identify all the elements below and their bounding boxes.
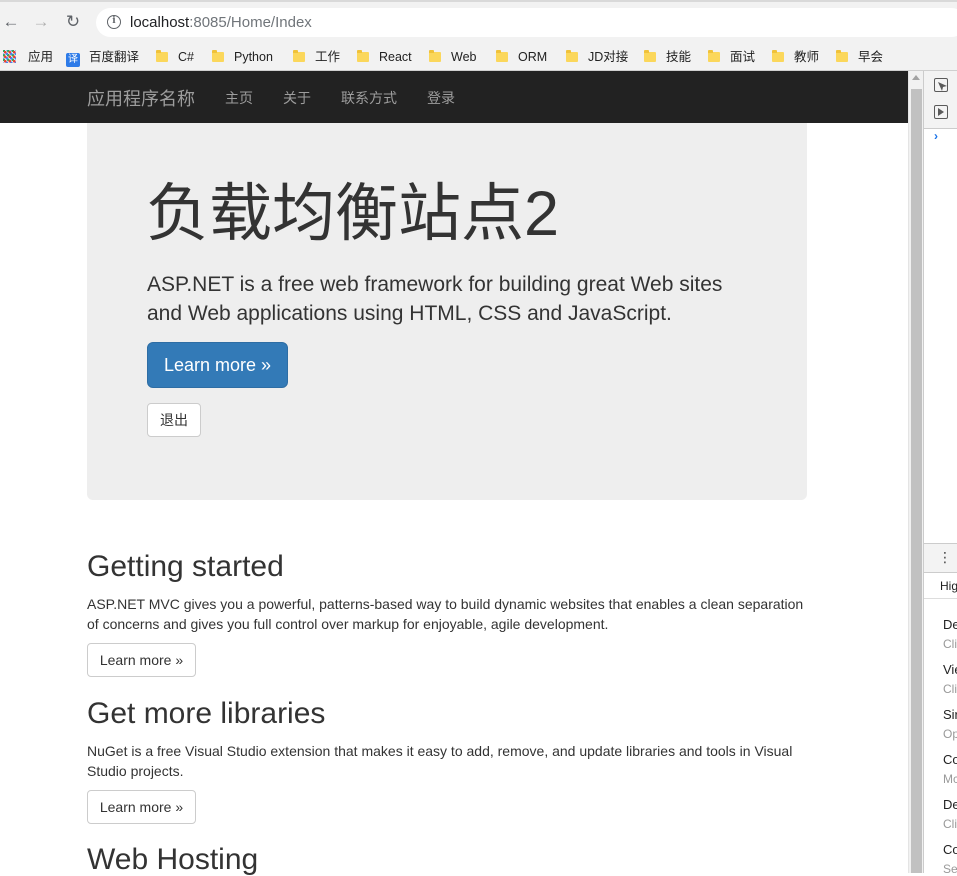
bookmark-label: 应用 [28,50,54,64]
drawer-item-label[interactable]: Sir [943,707,957,722]
drawer-item-sub: Cli [943,817,957,831]
logout-button[interactable]: 退出 [147,403,201,437]
bookmark-folder-teacher[interactable]: 教师 [772,47,819,67]
bookmark-label: 面试 [730,50,756,64]
apps-grid-icon [3,50,16,63]
drawer-divider [924,598,957,599]
nav-link-home[interactable]: 主页 [225,88,253,108]
bookmark-label: 百度翻译 [89,50,140,64]
bookmark-folder-skills[interactable]: 技能 [644,47,691,67]
bookmark-folder-react[interactable]: React [357,47,412,67]
drawer-item-sub: Op [943,727,957,741]
folder-icon [156,50,168,62]
nav-link-login[interactable]: 登录 [427,88,455,108]
scroll-up-arrow-icon[interactable] [912,75,920,80]
bookmark-apps[interactable]: 应用 [3,47,53,67]
back-icon[interactable]: ← [1,12,21,32]
url-port: :8085 [189,14,227,31]
bookmarks-bar: 应用 译百度翻译 C# Python 工作 React Web ORM JD对接… [0,42,957,71]
page-title: 负载均衡站点2 [146,179,560,249]
bookmark-label: 早会 [858,50,884,64]
bookmark-folder-csharp[interactable]: C# [156,47,194,67]
device-toolbar-icon[interactable] [934,105,948,119]
devtools-panel: › ⋮ Hig De Cli Vie Cli Sir Op Co Mc De C… [923,71,957,873]
section-title-libraries: Get more libraries [87,697,326,730]
section-text-getting-started: ASP.NET MVC gives you a powerful, patter… [87,596,804,632]
bookmark-label: 教师 [794,50,820,64]
drawer-item-label[interactable]: De [943,617,957,632]
bookmark-label: C# [178,50,194,64]
folder-icon [496,50,508,62]
bookmark-folder-morning[interactable]: 早会 [836,47,883,67]
drawer-item-label[interactable]: Co [943,752,957,767]
devtools-drawer-header: ⋮ [924,543,957,573]
page-scrollbar[interactable] [908,71,923,873]
folder-icon [429,50,441,62]
bookmark-folder-orm[interactable]: ORM [496,47,547,67]
getting-started-learn-more-button[interactable]: Learn more » [87,643,196,677]
bookmark-label: 工作 [315,50,341,64]
bookmark-folder-work[interactable]: 工作 [293,47,340,67]
inspect-element-icon[interactable] [934,78,948,92]
drawer-item-sub: Cli [943,682,957,696]
folder-icon [708,50,720,62]
learn-more-button[interactable]: Learn more » [147,342,288,388]
url-text[interactable]: localhost:8085/Home/Index [130,14,312,31]
bookmark-label: Web [451,50,477,64]
bookmark-folder-web[interactable]: Web [429,47,476,67]
bookmark-label: 技能 [666,50,692,64]
folder-icon [357,50,369,62]
drawer-item-label[interactable]: Co [943,842,957,857]
nav-link-about[interactable]: 关于 [283,88,311,108]
url-path: /Home/Index [226,14,312,31]
bookmark-label: JD对接 [588,50,629,64]
bookmark-label: ORM [518,50,548,64]
bookmark-folder-interview[interactable]: 面试 [708,47,755,67]
section-title-getting-started: Getting started [87,550,284,583]
expand-chevron-icon[interactable]: › [934,129,938,143]
translate-icon: 译 [66,53,80,67]
drawer-item-label[interactable]: Vie [943,662,957,677]
site-info-icon[interactable]: i [107,15,121,29]
lead-text: ASP.NET is a free web framework for buil… [147,273,723,325]
folder-icon [836,50,848,62]
libraries-learn-more-button[interactable]: Learn more » [87,790,196,824]
folder-icon [212,50,224,62]
browser-toolbar: ← → ↻ i localhost:8085/Home/Index [0,0,957,42]
nav-link-contact[interactable]: 联系方式 [341,88,397,108]
navbar-brand[interactable]: 应用程序名称 [87,85,195,111]
url-host: localhost [130,14,190,31]
drawer-item-sub: Se [943,862,957,873]
devtools-toolbar [924,71,957,129]
bookmark-baidu-fanyi[interactable]: 译百度翻译 [66,47,139,67]
drawer-item-sub: Cli [943,637,957,651]
more-options-icon[interactable]: ⋮ [938,550,952,564]
bookmark-label: React [379,50,412,64]
section-text-libraries: NuGet is a free Visual Studio extension … [87,743,793,779]
folder-icon [772,50,784,62]
drawer-item-sub: Mc [943,772,957,786]
address-bar[interactable]: i localhost:8085/Home/Index [96,8,957,37]
bookmark-folder-python[interactable]: Python [212,47,273,67]
scrollbar-thumb[interactable] [911,89,922,873]
bookmark-folder-jd[interactable]: JD对接 [566,47,628,67]
section-title-web-hosting: Web Hosting [87,843,259,876]
folder-icon [644,50,656,62]
forward-icon[interactable]: → [31,12,51,32]
bookmark-label: Python [234,50,273,64]
folder-icon [566,50,578,62]
reload-icon[interactable]: ↻ [63,12,83,32]
folder-icon [293,50,305,62]
drawer-tab[interactable]: Hig [940,579,957,593]
jumbotron: 负载均衡站点2 ASP.NET is a free web framework … [87,123,807,500]
site-navbar: 应用程序名称 主页 关于 联系方式 登录 [0,71,908,123]
drawer-item-label[interactable]: De [943,797,957,812]
